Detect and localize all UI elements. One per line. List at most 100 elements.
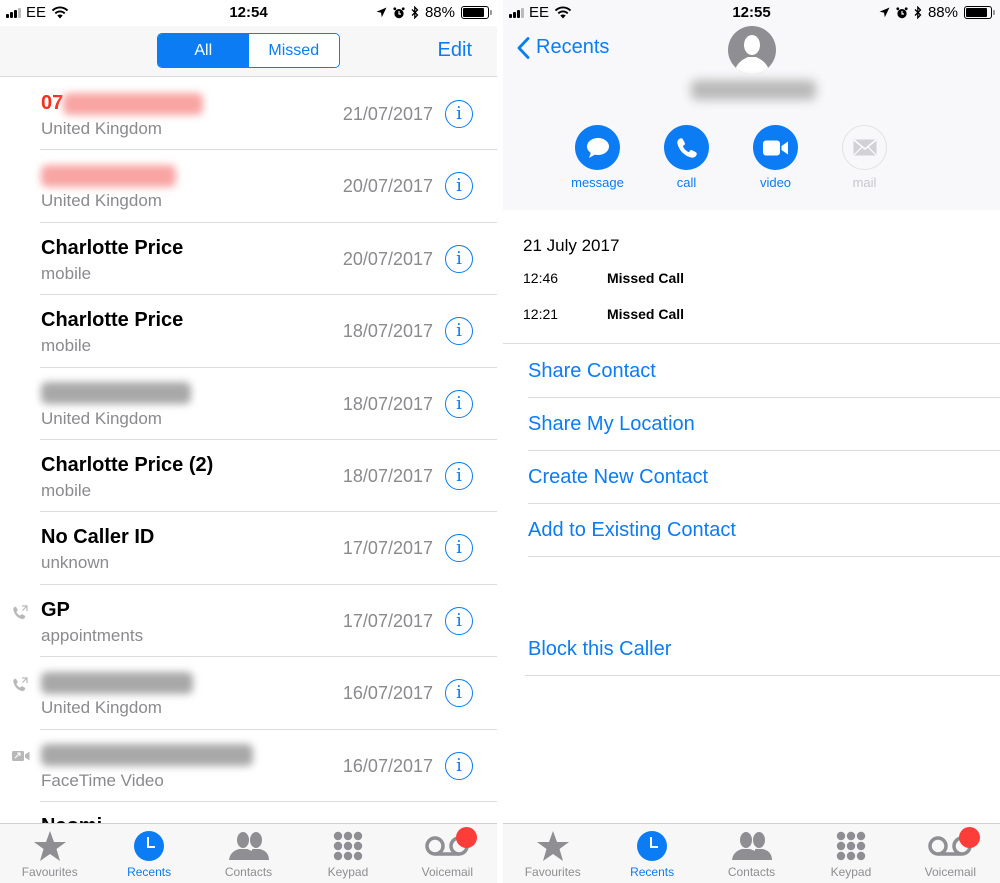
redacted-number [41,382,191,405]
caller-name [41,382,191,405]
tab-voicemail[interactable]: Voicemail [398,824,497,883]
share-contact-button[interactable]: Share Contact [503,345,1000,398]
info-icon[interactable]: i [445,172,473,201]
clock-icon [636,829,668,863]
call-row[interactable]: 07 United Kingdom 21/07/2017 i [0,78,497,151]
option-label: Create New Contact [528,466,709,488]
caller-name: Charlotte Price [41,309,183,332]
share-my-location-button[interactable]: Share My Location [503,398,1000,451]
info-icon[interactable]: i [445,534,473,563]
tab-favourites[interactable]: Favourites [503,824,602,883]
edit-button[interactable]: Edit [438,39,472,62]
divider [528,556,1000,557]
tab-label: Contacts [727,865,776,879]
tab-favourites[interactable]: Favourites [0,824,99,883]
info-icon[interactable]: i [445,606,473,635]
info-icon[interactable]: i [445,679,473,708]
call-row[interactable]: Charlotte Price mobile 20/07/2017 i [0,223,497,296]
info-icon[interactable]: i [445,100,473,128]
video-action-button[interactable]: video [753,125,798,190]
call-filter-segmented-control: All Missed [157,33,340,68]
call-row[interactable]: United Kingdom 20/07/2017 i [0,150,497,223]
call-row[interactable]: Charlotte Price (2) mobile 18/07/2017 i [0,440,497,513]
call-row[interactable]: United Kingdom 16/07/2017 i [0,657,497,730]
notification-badge [456,827,478,848]
recents-screen: EE 12:54 88% All Missed Edit 07 United K… [0,0,497,883]
video-icon [753,125,798,170]
contact-options-list: Share Contact Share My Location Create N… [503,345,1000,557]
person-silhouette-icon [734,35,770,74]
back-button[interactable]: Recents [517,36,609,59]
tab-recents[interactable]: Recents [99,824,198,883]
caller-subtitle: FaceTime Video [41,770,164,790]
caller-name-text: No Caller ID [41,526,155,549]
mail-action-button: mail [842,125,887,190]
redacted-number [41,671,193,694]
back-label: Recents [536,36,610,58]
caller-name-text: Charlotte Price (2) [41,453,214,476]
action-label: call [676,175,697,190]
create-new-contact-button[interactable]: Create New Contact [503,451,1000,504]
call-row[interactable]: Charlotte Price mobile 18/07/2017 i [0,295,497,368]
call-date: 16/07/2017 [342,755,433,776]
caller-name-text: Charlotte Price [41,309,184,332]
clock-icon [133,829,165,863]
star-icon [33,829,67,863]
call-time: 12:21 [523,306,559,322]
call-date: 18/07/2017 [342,321,433,342]
call-row[interactable]: United Kingdom 18/07/2017 i [0,368,497,440]
call-row[interactable]: No Caller ID unknown 17/07/2017 i [0,512,497,585]
call-action-button[interactable]: call [664,125,709,190]
segment-all[interactable]: All [158,34,249,67]
alarm-icon [393,6,405,18]
call-time: 12:46 [523,270,559,286]
contact-name-redacted [691,80,816,100]
add-to-existing-contact-button[interactable]: Add to Existing Contact [503,504,1000,557]
tab-keypad[interactable]: Keypad [298,824,397,883]
tab-contacts[interactable]: Contacts [702,824,801,883]
location-icon [376,7,387,18]
caller-name: Charlotte Price (2) [41,454,213,477]
call-date: 20/07/2017 [342,176,433,197]
battery-icon [964,6,995,19]
info-icon[interactable]: i [445,317,473,346]
call-row[interactable]: GP appointments 17/07/2017 i [0,585,497,658]
message-action-button[interactable]: message [571,125,624,190]
tab-recents[interactable]: Recents [602,824,701,883]
contact-header: EE 12:55 88% Recents message call video … [503,0,1000,210]
tab-label: Favourites [21,865,78,879]
caller-name [41,744,253,767]
caller-name: 07 [41,92,204,115]
call-detail-screen: EE 12:55 88% Recents message call video … [503,0,1000,883]
segment-missed[interactable]: Missed [248,34,339,67]
mail-icon [842,125,887,170]
tab-label: Voicemail [924,865,976,879]
caller-subtitle: mobile [41,480,92,500]
tab-voicemail[interactable]: Voicemail [901,824,1000,883]
tab-label: Favourites [524,865,581,879]
info-icon[interactable]: i [445,244,473,273]
info-icon[interactable]: i [445,389,473,418]
tab-label: Recents [127,865,172,879]
divider [525,675,1000,676]
status-bar: EE 12:54 88% [0,0,497,26]
info-icon[interactable]: i [445,751,473,780]
block-caller-button[interactable]: Block this Caller [503,622,1000,676]
facetime-video-icon [12,750,30,766]
call-date: 18/07/2017 [342,393,433,414]
call-row[interactable]: FaceTime Video 16/07/2017 i [0,730,497,802]
recent-calls-list: 07 United Kingdom 21/07/2017 i United Ki… [0,78,497,802]
bluetooth-icon [411,6,419,19]
caller-subtitle: United Kingdom [41,698,162,718]
tab-label: Voicemail [421,865,473,879]
nav-bar: All Missed Edit [0,26,497,77]
alarm-icon [896,6,908,18]
tab-contacts[interactable]: Contacts [199,824,298,883]
divider [40,800,497,802]
call-date: 20/07/2017 [342,248,433,269]
info-icon[interactable]: i [445,461,473,490]
caller-subtitle: United Kingdom [41,119,162,138]
tab-keypad[interactable]: Keypad [801,824,900,883]
redacted-number [41,165,176,188]
caller-name: No Caller ID [41,526,154,549]
